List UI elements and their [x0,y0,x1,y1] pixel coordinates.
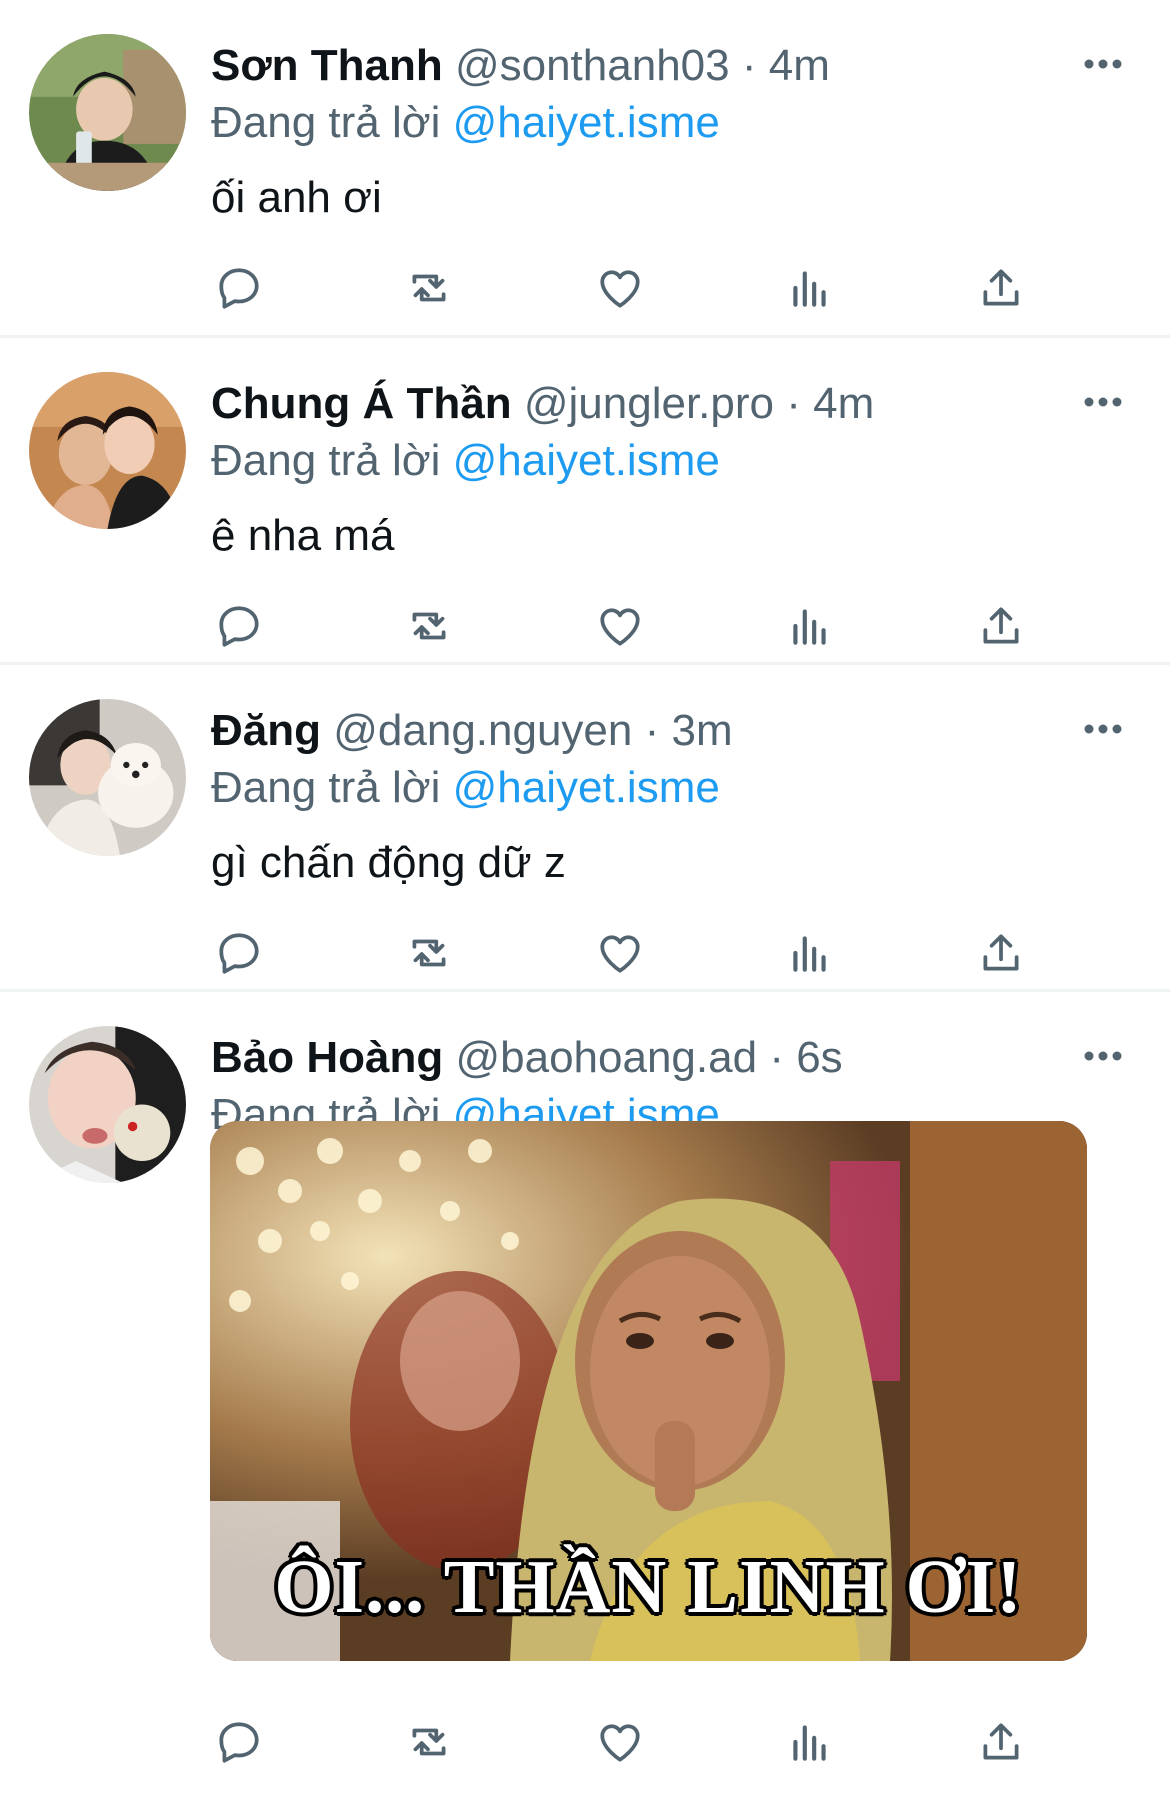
replying-to: Đang trả lời @haiyet.isme [211,95,720,151]
tweet-header: Chung Á Thần @jungler.pro · 4m [211,374,874,434]
avatar[interactable] [29,699,186,856]
avatar[interactable] [29,34,186,191]
mention-link[interactable]: @haiyet.isme [453,436,720,485]
display-name[interactable]: Sơn Thanh [211,41,443,90]
display-name[interactable]: Đăng [211,706,321,755]
more-icon[interactable] [1078,384,1128,420]
avatar[interactable] [29,372,186,529]
views-icon[interactable] [782,260,838,316]
user-handle[interactable]: @jungler.pro [524,379,774,428]
share-icon[interactable] [973,925,1029,981]
views-icon[interactable] [782,925,838,981]
reply-icon[interactable] [211,598,267,654]
user-handle[interactable]: @sonthanh03 [455,41,730,90]
retweet-icon[interactable] [401,260,457,316]
timestamp[interactable]: 3m [672,706,733,755]
tweet-item[interactable]: Bảo Hoàng @baohoang.ad · 6s Đang trả lời… [0,992,1170,1794]
views-icon[interactable] [782,1714,838,1770]
heart-icon[interactable] [592,598,648,654]
share-icon[interactable] [973,1714,1029,1770]
tweet-header: Sơn Thanh @sonthanh03 · 4m [211,36,830,96]
heart-icon[interactable] [592,260,648,316]
more-icon[interactable] [1078,46,1128,82]
display-name[interactable]: Chung Á Thần [211,379,512,428]
timestamp[interactable]: 4m [813,379,874,428]
tweet-text: ê nha má [211,511,395,560]
share-icon[interactable] [973,598,1029,654]
separator: · [769,1033,784,1082]
avatar[interactable] [29,1026,186,1183]
share-icon[interactable] [973,260,1029,316]
tweet-item[interactable]: Đăng @dang.nguyen · 3m Đang trả lời @hai… [0,665,1170,992]
user-handle[interactable]: @dang.nguyen [333,706,632,755]
retweet-icon[interactable] [401,1714,457,1770]
action-bar [211,925,1031,981]
replying-to-label: Đang trả lời [211,436,441,485]
retweet-icon[interactable] [401,925,457,981]
more-icon[interactable] [1078,1038,1128,1074]
tweet-item[interactable]: Chung Á Thần @jungler.pro · 4m Đang trả … [0,338,1170,665]
mention-link[interactable]: @haiyet.isme [453,98,720,147]
action-bar [211,260,1031,316]
action-bar [211,598,1031,654]
timestamp[interactable]: 4m [769,41,830,90]
replying-to: Đang trả lời @haiyet.isme [211,433,720,489]
user-handle[interactable]: @baohoang.ad [455,1033,757,1082]
views-icon[interactable] [782,598,838,654]
tweet-header: Bảo Hoàng @baohoang.ad · 6s [211,1028,843,1088]
reply-icon[interactable] [211,260,267,316]
tweet-text: ối anh ơi [211,173,382,222]
heart-icon[interactable] [592,1714,648,1770]
replying-to: Đang trả lời @haiyet.isme [211,760,720,816]
tweet-media-image[interactable]: ÔI... THẦN LINH ƠI! [210,1121,1087,1661]
tweet-text: gì chấn động dữ z [211,838,566,887]
retweet-icon[interactable] [401,598,457,654]
tweet-header: Đăng @dang.nguyen · 3m [211,701,733,761]
display-name[interactable]: Bảo Hoàng [211,1033,443,1082]
separator: · [644,706,660,755]
media-caption: ÔI... THẦN LINH ƠI! [274,1545,1023,1629]
reply-icon[interactable] [211,925,267,981]
reply-icon[interactable] [211,1714,267,1770]
separator: · [786,379,801,428]
more-icon[interactable] [1078,711,1128,747]
replying-to-label: Đang trả lời [211,763,441,812]
replying-to-label: Đang trả lời [211,98,441,147]
separator: · [741,41,757,90]
tweet-item[interactable]: Sơn Thanh @sonthanh03 · 4m Đang trả lời … [0,0,1170,338]
heart-icon[interactable] [592,925,648,981]
action-bar [211,1714,1031,1770]
mention-link[interactable]: @haiyet.isme [453,763,720,812]
timestamp[interactable]: 6s [796,1033,842,1082]
